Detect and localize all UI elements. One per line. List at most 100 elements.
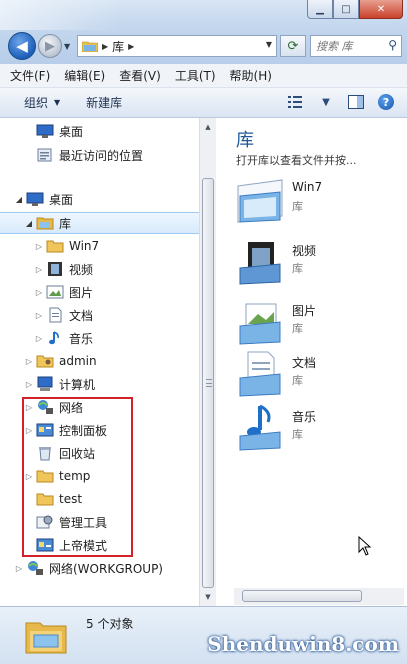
expand-arrow-icon[interactable]: ▷ [24, 403, 34, 412]
nav-tree-label: admin [59, 354, 97, 368]
music-icon [46, 330, 64, 346]
library-item[interactable]: Win7 库 [234, 176, 404, 226]
expand-arrow-icon[interactable]: ▷ [24, 357, 34, 366]
nav-tree-item[interactable]: ▷ temp [0, 465, 199, 487]
nav-tree-item[interactable]: ◢ 桌面 [0, 188, 199, 210]
maximize-button[interactable]: □ [333, 0, 359, 19]
content-hscrollbar[interactable] [234, 588, 404, 605]
search-box[interactable]: ⚲ [310, 35, 402, 57]
nav-tree-item[interactable]: test [0, 488, 199, 510]
menu-help[interactable]: 帮助(H) [230, 67, 272, 84]
expand-arrow-icon[interactable]: ◢ [24, 219, 34, 228]
nav-tree-label: 桌面 [59, 124, 84, 139]
breadcrumb-separator[interactable]: ▶ [128, 42, 134, 51]
nav-tree-label: 图片 [69, 285, 94, 300]
search-input[interactable] [316, 39, 380, 53]
menu-file[interactable]: 文件(F) [10, 67, 50, 84]
scroll-thumb[interactable] [202, 178, 214, 588]
nav-tree-label: 上帝模式 [59, 538, 108, 553]
breadcrumb-libraries[interactable]: 库 [112, 38, 124, 55]
expand-arrow-icon[interactable]: ▷ [34, 334, 44, 343]
new-library-button[interactable]: 新建库 [86, 94, 122, 111]
mouse-cursor-icon [358, 536, 372, 556]
menu-tools[interactable]: 工具(T) [175, 67, 216, 84]
close-button[interactable]: ✕ [359, 0, 403, 19]
view-dropdown[interactable]: ▼ [317, 94, 335, 110]
expand-arrow-icon[interactable]: ▷ [24, 426, 34, 435]
expand-arrow-icon[interactable]: ◢ [14, 195, 24, 204]
hscroll-thumb[interactable] [242, 590, 362, 602]
nav-tree-item[interactable]: ▷ 计算机 [0, 373, 199, 395]
arrow-right-icon: ▶ [45, 38, 55, 54]
nav-pane-scrollbar[interactable]: ▲ ▼ [199, 118, 216, 606]
desktop-icon [36, 123, 54, 139]
expand-arrow-icon[interactable]: ▷ [34, 242, 44, 251]
library-item[interactable]: 图片库 [234, 298, 404, 348]
expand-arrow-icon[interactable]: ▷ [34, 288, 44, 297]
address-bar[interactable]: ▶ 库 ▶ ▼ [77, 35, 277, 57]
library-item[interactable]: 音乐库 [234, 404, 404, 454]
library-item-type: 库 [292, 262, 303, 275]
library-item-type: 库 [292, 374, 303, 387]
breadcrumb-separator[interactable]: ▶ [102, 42, 108, 51]
nav-tree-label: 桌面 [49, 192, 74, 207]
refresh-button[interactable]: ⟳ [280, 35, 306, 57]
help-button[interactable]: ? [377, 94, 395, 110]
expand-arrow-icon[interactable]: ▷ [34, 265, 44, 274]
nav-tree-item[interactable]: ▷ 图片 [0, 281, 199, 303]
nav-tree-item[interactable]: ▷ 音乐 [0, 327, 199, 349]
nav-tree-label: 视频 [69, 262, 94, 277]
nav-tree-item[interactable]: 桌面 [0, 120, 199, 142]
address-history-dropdown[interactable]: ▼ [266, 40, 272, 49]
preview-pane-button[interactable] [347, 94, 365, 110]
library-item[interactable]: 视频库 [234, 238, 404, 288]
nav-tree-item[interactable]: 最近访问的位置 [0, 144, 199, 166]
library-item[interactable]: 文档库 [234, 350, 404, 400]
grip-icon [206, 379, 212, 387]
expand-arrow-icon[interactable]: ▷ [24, 472, 34, 481]
chevron-down-icon: ▼ [54, 98, 61, 107]
picture-icon [46, 284, 64, 300]
library-item-name: Win7 [292, 180, 323, 194]
expand-arrow-icon[interactable]: ▷ [14, 564, 24, 573]
help-icon: ? [378, 94, 394, 110]
nav-tree-item[interactable]: ▷ 文档 [0, 304, 199, 326]
nav-tree-item[interactable]: ▷ 网络(WORKGROUP) [0, 557, 199, 579]
nav-tree-item[interactable]: ▷ 网络 [0, 396, 199, 418]
nav-tree-item[interactable]: 上帝模式 [0, 534, 199, 556]
nav-tree-item[interactable]: 回收站 [0, 442, 199, 464]
expand-arrow-icon[interactable]: ▷ [34, 311, 44, 320]
organize-button[interactable]: 组织 ▼ [24, 94, 60, 111]
nav-tree-item[interactable]: ▷ admin [0, 350, 199, 372]
menu-view[interactable]: 查看(V) [119, 67, 161, 84]
nav-tree-item[interactable]: ▷ 控制面板 [0, 419, 199, 441]
nav-tree-label: 控制面板 [59, 423, 108, 438]
expand-arrow-icon[interactable]: ▷ [24, 380, 34, 389]
nav-tree-item[interactable]: ▷ 视频 [0, 258, 199, 280]
command-toolbar: 组织 ▼ 新建库 ▼ ? [0, 88, 407, 118]
nav-tree-item[interactable]: ▷ Win7 [0, 235, 199, 257]
nav-tree-label: 文档 [69, 308, 94, 323]
search-icon[interactable]: ⚲ [388, 38, 397, 52]
scroll-down-arrow[interactable]: ▼ [201, 590, 215, 604]
document-icon [46, 307, 64, 323]
view-options-button[interactable] [287, 94, 305, 110]
scroll-up-arrow[interactable]: ▲ [201, 120, 215, 134]
nav-tree-label: temp [59, 469, 91, 483]
recent-pages-dropdown[interactable]: ▼ [64, 42, 70, 51]
forward-button[interactable]: ▶ [38, 34, 62, 58]
navigation-pane: 桌面 最近访问的位置 ◢ 桌面 ◢ 库 ▷ Win7 ▷ 视频 ▷ 图片 ▷ 文档 ▷ 音乐 ▷ admin ▷ 计算… [0, 118, 199, 606]
nav-tree-item[interactable]: 管理工具 [0, 511, 199, 533]
arrow-left-icon: ◀ [16, 37, 28, 55]
menu-edit[interactable]: 编辑(E) [64, 67, 105, 84]
picture-library-icon [234, 298, 286, 346]
organize-label: 组织 [24, 96, 49, 110]
nav-tree-label: 最近访问的位置 [59, 148, 144, 163]
nav-tree-item[interactable]: ◢ 库 [0, 212, 199, 234]
back-button[interactable]: ◀ [8, 32, 36, 60]
view-list-icon [288, 96, 302, 108]
library-item-type: 库 [292, 428, 303, 441]
watermark: Shenduwin8.com [207, 632, 399, 656]
minimize-button[interactable]: ▁ [307, 0, 333, 19]
nav-tree-label: 管理工具 [59, 515, 108, 530]
